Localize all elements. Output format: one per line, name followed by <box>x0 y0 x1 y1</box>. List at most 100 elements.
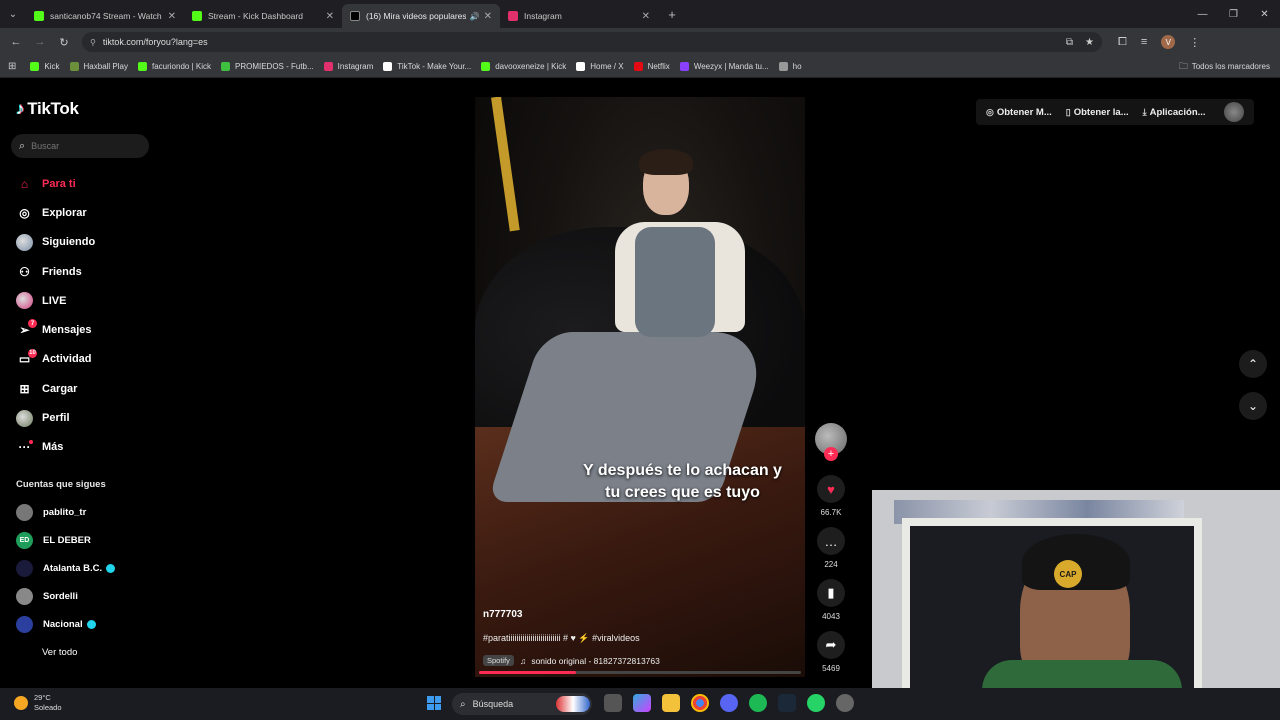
webcam-person-shirt <box>982 660 1182 688</box>
bookmark-item[interactable]: TikTok - Make Your... <box>383 62 471 71</box>
verified-badge-icon <box>106 563 116 573</box>
follow-plus-icon[interactable]: + <box>824 447 838 461</box>
search-input[interactable] <box>31 141 132 151</box>
weather-widget[interactable]: 29°C Soleado <box>14 693 62 713</box>
bookmark-item[interactable]: Instagram <box>323 62 373 71</box>
sidebar-item-friends[interactable]: ⚇ Friends <box>16 257 95 286</box>
windows-start-icon[interactable] <box>427 696 441 710</box>
following-account[interactable]: ED EL DEBER <box>16 526 115 554</box>
bookmark-item[interactable]: Netflix <box>633 62 670 71</box>
all-bookmarks-button[interactable]: 🗀 Todos los marcadores <box>1179 59 1270 75</box>
sidebar-item-explorar[interactable]: ◎ Explorar <box>16 198 95 227</box>
bookmark-star-icon[interactable]: ★ <box>1085 37 1094 48</box>
share-icon[interactable]: ➦ <box>817 631 845 659</box>
tab-tiktok[interactable]: (16) Mira videos populares 🔊 ✕ <box>342 4 500 28</box>
bookmark-item[interactable]: PROMIEDOS - Futb... <box>220 62 314 71</box>
back-button[interactable]: ← <box>4 36 28 48</box>
sidebar-item-perfil[interactable]: Perfil <box>16 403 95 432</box>
tab-instagram[interactable]: Instagram ✕ <box>500 4 658 28</box>
close-tab-icon[interactable]: ✕ <box>484 11 492 22</box>
save-action[interactable]: ▮ 4043 <box>815 579 847 621</box>
bookmark-item[interactable]: davooxeneize | Kick <box>481 62 566 71</box>
following-account[interactable]: pablito_tr <box>16 498 115 526</box>
logo-text: TikTok <box>27 99 79 118</box>
taskbar-search[interactable]: ⌕ Búsqueda <box>452 693 592 715</box>
next-video-button[interactable]: ⌄ <box>1239 392 1267 420</box>
file-explorer-icon[interactable] <box>662 694 680 712</box>
tab-search-icon[interactable]: ⌄ <box>0 0 26 28</box>
maximize-button[interactable]: ❐ <box>1218 0 1249 28</box>
profile-avatar[interactable]: V <box>1161 35 1176 49</box>
toolbar-icons: ⧠ ≡ V ⋮ <box>1118 35 1200 49</box>
desktop-app-button[interactable]: ⤓ Aplicación... <box>1143 107 1206 118</box>
spotify-tag[interactable]: Spotify <box>483 655 514 666</box>
minimize-button[interactable]: — <box>1187 0 1218 28</box>
copilot-icon[interactable] <box>633 694 651 712</box>
chrome-icon[interactable] <box>691 694 709 712</box>
bookmark-item[interactable]: ho <box>778 62 802 71</box>
sidebar-item-label: Siguiendo <box>42 236 96 249</box>
browser-tab-bar: ⌄ santicanob74 Stream - Watch L ✕ Stream… <box>0 0 1280 28</box>
forward-button[interactable]: → <box>28 36 52 48</box>
tab-kick-dashboard[interactable]: Stream - Kick Dashboard ✕ <box>184 4 342 28</box>
get-app-button[interactable]: ▯ Obtener la... <box>1066 107 1129 118</box>
task-view-icon[interactable] <box>604 694 622 712</box>
tab-kick-stream[interactable]: santicanob74 Stream - Watch L ✕ <box>26 4 184 28</box>
bookmark-item[interactable]: Home / X <box>576 62 624 71</box>
discord-icon[interactable] <box>720 694 738 712</box>
sidebar-item-live[interactable]: LIVE <box>16 286 95 315</box>
comment-action[interactable]: … 224 <box>815 527 847 569</box>
video-player[interactable]: Y después te lo achacan y tu crees que e… <box>475 97 805 677</box>
sidebar-item-m-s[interactable]: ··· Más <box>16 433 95 462</box>
bookmark-icon[interactable]: ▮ <box>817 579 845 607</box>
speaker-icon[interactable]: 🔊 <box>470 12 480 21</box>
sidebar-item-cargar[interactable]: ⊞ Cargar <box>16 374 95 403</box>
spotify-icon[interactable] <box>749 694 767 712</box>
video-progress-bar[interactable] <box>479 671 801 674</box>
video-music[interactable]: Spotify ♫ sonido original - 818273728137… <box>483 655 660 666</box>
whatsapp-icon[interactable] <box>807 694 825 712</box>
bookmark-item[interactable]: Weezyx | Manda tu... <box>679 62 769 71</box>
tiktok-logo[interactable]: ♪ TikTok <box>16 99 79 119</box>
creator-avatar[interactable]: + <box>815 423 847 461</box>
steam-icon[interactable] <box>778 694 796 712</box>
video-description[interactable]: #paratiiiiiiiiiiiiiiiiiiiiiiiiii # ♥ ⚡ #… <box>483 633 640 644</box>
media-control-icon[interactable]: ≡ <box>1141 36 1147 48</box>
search-box[interactable]: ⌕ <box>11 134 149 158</box>
previous-video-button[interactable]: ⌃ <box>1239 350 1267 378</box>
sidebar-item-actividad[interactable]: ▭ 10 Actividad <box>16 345 95 374</box>
see-all-link[interactable]: Ver todo <box>42 647 77 658</box>
extensions-icon[interactable]: ⧠ <box>1118 36 1127 49</box>
following-account[interactable]: Atalanta B.C. <box>16 554 116 582</box>
like-count: 66.7K <box>820 508 842 517</box>
sidebar-item-para-ti[interactable]: ⌂ Para ti <box>16 169 95 198</box>
open-in-app-icon[interactable]: ⧉ <box>1066 37 1073 48</box>
settings-icon[interactable] <box>836 694 854 712</box>
following-section-title: Cuentas que sigues <box>16 479 106 490</box>
reload-button[interactable]: ↻ <box>52 36 76 49</box>
bookmark-favicon-icon <box>633 62 643 71</box>
site-info-icon[interactable]: ⚲ <box>90 38 96 47</box>
following-account[interactable]: Nacional <box>16 610 115 638</box>
get-coins-button[interactable]: ◎ Obtener M... <box>986 107 1052 118</box>
bookmark-item[interactable]: Kick <box>30 62 60 71</box>
url-bar[interactable]: ⚲ tiktok.com/foryou?lang=es ⧉ ★ <box>82 32 1102 52</box>
bookmark-item[interactable]: facuriondo | Kick <box>137 62 211 71</box>
comment-icon[interactable]: … <box>817 527 845 555</box>
video-author[interactable]: n777703 <box>483 609 522 620</box>
following-account[interactable]: Sordelli <box>16 582 115 610</box>
sidebar-item-siguiendo[interactable]: Siguiendo <box>16 228 95 257</box>
close-tab-icon[interactable]: ✕ <box>642 11 650 22</box>
share-action[interactable]: ➦ 5469 <box>815 631 847 673</box>
browser-menu-icon[interactable]: ⋮ <box>1189 36 1200 49</box>
close-tab-icon[interactable]: ✕ <box>326 11 334 22</box>
sidebar-item-mensajes[interactable]: ➢ 7 Mensajes <box>16 315 95 344</box>
user-avatar[interactable] <box>1223 102 1244 122</box>
new-tab-button[interactable]: + <box>662 7 682 22</box>
heart-icon[interactable]: ♥ <box>817 475 845 503</box>
close-window-button[interactable]: ✕ <box>1249 0 1280 28</box>
bookmark-item[interactable]: Haxball Play <box>69 62 128 71</box>
like-action[interactable]: ♥ 66.7K <box>815 475 847 517</box>
close-tab-icon[interactable]: ✕ <box>168 11 176 22</box>
apps-grid-icon[interactable]: ⊞ <box>8 61 16 72</box>
